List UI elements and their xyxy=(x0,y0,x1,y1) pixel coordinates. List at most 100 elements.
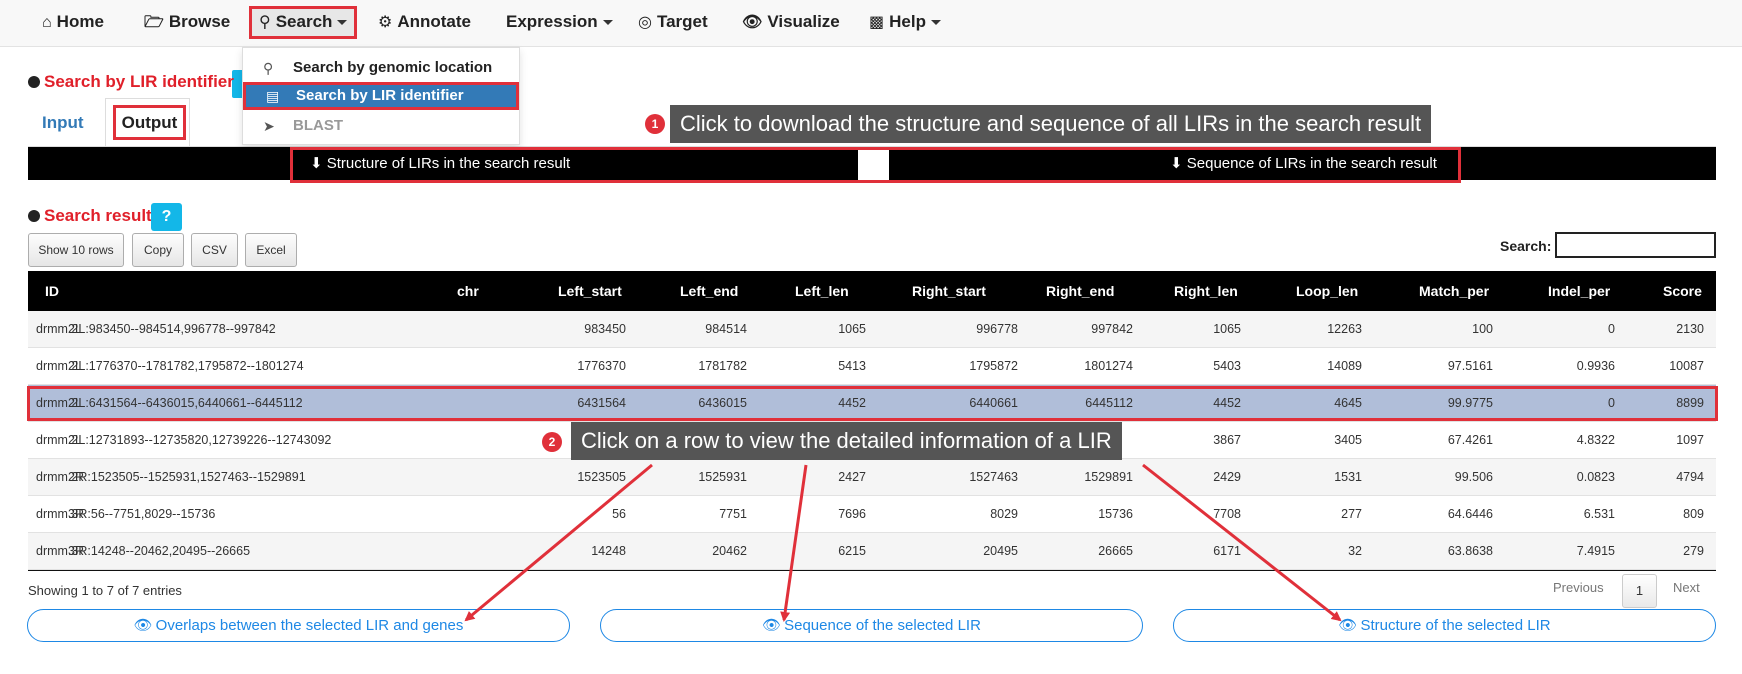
col-left-end[interactable]: Left_end xyxy=(680,271,738,311)
cell-match-per: 99.506 xyxy=(1454,470,1493,484)
overlaps-button[interactable]: 👁 Overlaps between the selected LIR and g… xyxy=(27,609,570,642)
cell-left-len: 2427 xyxy=(838,470,866,484)
cell-right-len: 7708 xyxy=(1213,507,1241,521)
excel-button[interactable]: Excel xyxy=(245,233,297,267)
cell-match-per: 97.5161 xyxy=(1447,359,1493,373)
col-score[interactable]: Score xyxy=(1663,271,1702,311)
cell-left-start: 1523505 xyxy=(577,470,626,484)
pagination-page-1[interactable]: 1 xyxy=(1622,574,1657,608)
cell-match-per: 99.9775 xyxy=(1447,396,1493,410)
table-row[interactable]: drmm.3R:14248--20462,20495--26665 3R 14248… xyxy=(28,533,1716,570)
pagination-previous[interactable]: Previous xyxy=(1553,580,1604,595)
cell-chr: 2L xyxy=(68,433,82,447)
copy-button[interactable]: Copy xyxy=(132,233,184,267)
cell-chr: 3R xyxy=(68,544,84,558)
table-row[interactable]: drmm.3R:56--7751,8029--15736 3R 56 7751 7696… xyxy=(28,496,1716,533)
eye-icon: 👁 xyxy=(762,617,782,634)
col-indel-per[interactable]: Indel_per xyxy=(1548,271,1610,311)
callout-download-hint: Click to download the structure and sequ… xyxy=(670,105,1432,143)
show-rows-button[interactable]: Show 10 rows xyxy=(28,233,124,267)
cell-chr: 3R xyxy=(68,507,84,521)
result-title: Search result xyxy=(28,206,152,226)
cell-indel-per: 7.4915 xyxy=(1576,544,1615,558)
cell-right-len: 6171 xyxy=(1213,544,1241,558)
cell-right-start: 8029 xyxy=(990,507,1018,521)
col-left-len[interactable]: Left_len xyxy=(795,271,849,311)
search-dropdown-menu: ⚲ Search by genomic location ▤ Search by L… xyxy=(242,47,520,145)
cell-loop-len: 4645 xyxy=(1334,396,1362,410)
search-icon: ⚲ xyxy=(259,14,271,31)
caret-down-icon xyxy=(602,20,613,26)
nav-help[interactable]: ▩ Help xyxy=(869,0,941,44)
cell-indel-per: 0 xyxy=(1608,322,1615,336)
cell-left-start: 6431564 xyxy=(577,396,626,410)
structure-button[interactable]: 👁 Structure of the selected LIR xyxy=(1173,609,1716,642)
nav-browse[interactable]: 🗁 Browse xyxy=(144,0,230,44)
col-right-end[interactable]: Right_end xyxy=(1046,271,1114,311)
search-label: Search: xyxy=(1500,238,1552,254)
cell-right-len: 4452 xyxy=(1213,396,1241,410)
cell-score: 8899 xyxy=(1676,396,1704,410)
cell-right-start: 20495 xyxy=(983,544,1018,558)
col-loop-len[interactable]: Loop_len xyxy=(1296,271,1358,311)
callout-number-2: 2 xyxy=(542,432,562,452)
cell-chr: 2L xyxy=(68,396,82,410)
search-input[interactable] xyxy=(1555,232,1716,258)
tab-output[interactable]: Output xyxy=(113,105,186,140)
cell-score: 279 xyxy=(1683,544,1704,558)
table-row[interactable]: drmm.2R:1523505--1525931,1527463--152989… xyxy=(28,459,1716,496)
help-button[interactable]: ? xyxy=(151,203,182,231)
nav-home[interactable]: ⌂ Home xyxy=(42,0,104,44)
col-match-per[interactable]: Match_per xyxy=(1419,271,1489,311)
nav-expression[interactable]: Expression xyxy=(506,0,613,44)
cell-score: 2130 xyxy=(1676,322,1704,336)
csv-button[interactable]: CSV xyxy=(191,233,238,267)
callout-row-hint: Click on a row to view the detailed info… xyxy=(571,422,1122,460)
cell-left-end: 6436015 xyxy=(698,396,747,410)
menu-item-genomic-location[interactable]: ⚲ Search by genomic location xyxy=(243,54,519,82)
bullet-icon xyxy=(28,76,40,88)
table-row[interactable]: drmm.2L:6431564--6436015,6440661--644511… xyxy=(28,385,1716,422)
cell-match-per: 67.4261 xyxy=(1447,433,1493,447)
cell-id: drmm.3R:56--7751,8029--15736 xyxy=(36,507,216,521)
eye-icon: 👁 xyxy=(1338,617,1358,634)
bullet-icon xyxy=(28,210,40,222)
cell-right-len: 3867 xyxy=(1213,433,1241,447)
caret-down-icon xyxy=(337,20,348,26)
zoom-icon: ⚲ xyxy=(263,60,274,76)
col-right-len[interactable]: Right_len xyxy=(1174,271,1238,311)
col-id[interactable]: ID xyxy=(45,271,59,311)
cell-left-len: 4452 xyxy=(838,396,866,410)
home-icon: ⌂ xyxy=(42,14,52,31)
nav-target[interactable]: ◎ Target xyxy=(638,0,708,44)
cell-right-end: 997842 xyxy=(1091,322,1133,336)
caret-down-icon xyxy=(930,20,941,26)
table-row[interactable]: drmm.2L:1776370--1781782,1795872--180127… xyxy=(28,348,1716,385)
gears-icon: ⚙ xyxy=(378,14,393,31)
cell-loop-len: 1531 xyxy=(1334,470,1362,484)
table-row[interactable]: drmm.2L:983450--984514,996778--997842 2L 9… xyxy=(28,311,1716,348)
sequence-button[interactable]: 👁 Sequence of the selected LIR xyxy=(600,609,1143,642)
menu-item-lir-identifier[interactable]: ▤ Search by LIR identifier xyxy=(243,82,519,110)
tab-input[interactable]: Input xyxy=(42,113,84,133)
folder-open-icon: 🗁 xyxy=(144,14,164,31)
menu-item-blast[interactable]: ➤ BLAST xyxy=(243,112,519,140)
table-bottom-border xyxy=(28,570,1716,571)
target-icon: ◎ xyxy=(638,14,652,31)
cell-right-end: 6445112 xyxy=(1085,396,1133,410)
nav-visualize[interactable]: 👁 Visualize xyxy=(742,0,840,44)
cell-match-per: 63.8638 xyxy=(1447,544,1493,558)
cell-right-end: 1801274 xyxy=(1084,359,1133,373)
nav-annotate[interactable]: ⚙ Annotate xyxy=(378,0,471,44)
col-right-start[interactable]: Right_start xyxy=(912,271,986,311)
cell-left-end: 1525931 xyxy=(698,470,747,484)
cell-right-start: 1527463 xyxy=(969,470,1018,484)
col-left-start[interactable]: Left_start xyxy=(558,271,622,311)
pagination-next[interactable]: Next xyxy=(1673,580,1700,595)
col-chr[interactable]: chr xyxy=(457,271,479,311)
cell-score: 809 xyxy=(1683,507,1704,521)
cell-indel-per: 0.0823 xyxy=(1576,470,1615,484)
cell-left-len: 5413 xyxy=(838,359,866,373)
nav-search[interactable]: ⚲ Search xyxy=(259,0,348,44)
cell-right-end: 1529891 xyxy=(1084,470,1133,484)
